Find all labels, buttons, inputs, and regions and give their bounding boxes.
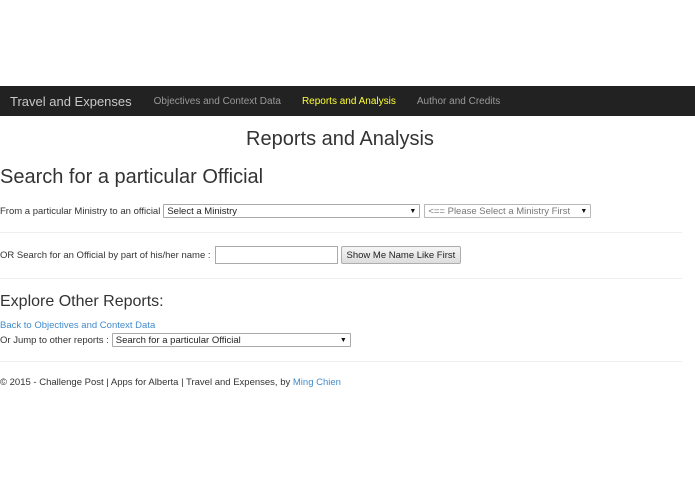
jump-select-value: Search for a particular Official [115,334,241,346]
official-select-value: <== Please Select a Ministry First [428,205,571,217]
nav-item-reports[interactable]: Reports and Analysis [302,96,396,107]
search-section-title: Search for a particular Official [0,166,264,188]
name-search-label: OR Search for an Official by part of his… [0,249,211,261]
ministry-select[interactable]: Select a Ministry ▼ [163,204,421,218]
back-to-objectives-link[interactable]: Back to Objectives and Context Data [0,320,155,331]
navbar-brand[interactable]: Travel and Expenses [10,94,132,109]
top-navbar: Travel and Expenses Objectives and Conte… [0,86,695,116]
show-name-like-first-button[interactable]: Show Me Name Like First [340,246,462,264]
name-search-input[interactable] [214,246,338,264]
footer: © 2015 - Challenge Post | Apps for Alber… [0,377,341,388]
nav-item-objectives[interactable]: Objectives and Context Data [154,96,281,107]
chevron-down-icon: ▼ [339,336,347,344]
official-select[interactable]: <== Please Select a Ministry First ▼ [424,204,592,218]
explore-section-title: Explore Other Reports: [0,293,164,310]
footer-text: © 2015 - Challenge Post | Apps for Alber… [0,377,293,388]
nav-item-author[interactable]: Author and Credits [417,96,500,107]
jump-report-select[interactable]: Search for a particular Official ▼ [111,333,351,347]
divider [0,278,682,279]
author-link[interactable]: Ming Chien [293,377,341,388]
ministry-filter-row: From a particular Ministry to an officia… [0,203,592,219]
jump-label: Or Jump to other reports : [0,334,109,346]
chevron-down-icon: ▼ [580,207,588,215]
ministry-label: From a particular Ministry to an officia… [0,205,161,217]
divider [0,361,682,362]
name-search-row: OR Search for an Official by part of his… [0,246,462,264]
page: Travel and Expenses Objectives and Conte… [0,0,695,494]
divider [0,232,682,233]
page-title: Reports and Analysis [246,128,434,150]
ministry-select-value: Select a Ministry [167,205,238,217]
chevron-down-icon: ▼ [409,207,417,215]
jump-reports-row: Or Jump to other reports : Search for a … [0,333,351,347]
